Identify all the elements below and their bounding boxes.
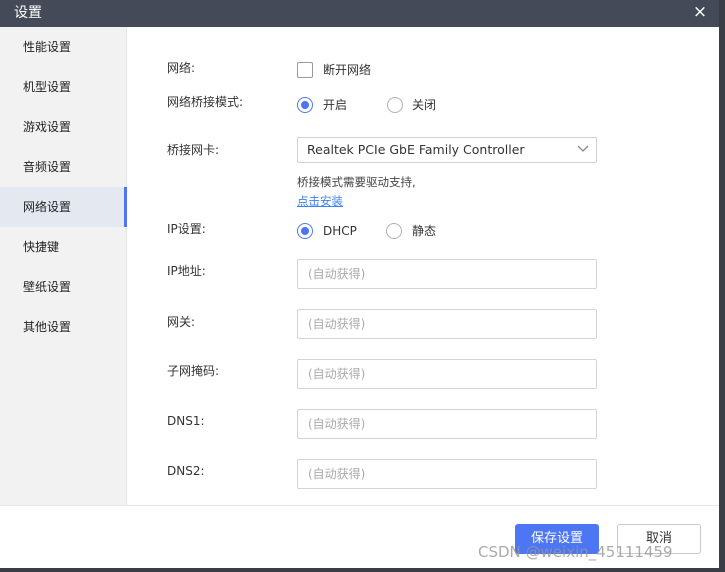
dns1-placeholder: (自动获得) <box>308 417 366 431</box>
sidebar-item-device-model[interactable]: 机型设置 <box>0 67 126 107</box>
bridge-on-label: 开启 <box>323 98 348 112</box>
window-title: 设置 <box>14 5 42 21</box>
gateway-label: 网关: <box>167 315 196 329</box>
bridge-nic-label: 桥接网卡: <box>167 143 220 157</box>
dns2-input[interactable]: (自动获得) <box>297 459 597 489</box>
network-label: 网络: <box>167 61 196 75</box>
settings-sidebar: 性能设置 机型设置 游戏设置 音频设置 网络设置 快捷键 壁纸设置 其他设置 <box>0 27 127 505</box>
ip-setting-label: IP设置: <box>167 222 206 236</box>
ip-static-label: 静态 <box>412 224 437 238</box>
sidebar-item-network[interactable]: 网络设置 <box>0 187 127 227</box>
sidebar-item-wallpaper[interactable]: 壁纸设置 <box>0 267 126 307</box>
bridge-nic-select[interactable]: Realtek PCIe GbE Family Controller <box>297 137 597 163</box>
title-bar: 设置 × <box>0 0 719 27</box>
bridge-nic-value: Realtek PCIe GbE Family Controller <box>307 142 525 157</box>
close-icon[interactable]: × <box>689 2 711 24</box>
subnet-mask-label: 子网掩码: <box>167 364 220 378</box>
network-settings-panel: 网络: 断开网络 网络桥接模式: 开启 关闭 桥接网卡: Realtek PCI… <box>127 27 719 505</box>
bridge-mode-label: 网络桥接模式: <box>167 95 244 109</box>
bridge-off-label: 关闭 <box>412 98 437 112</box>
sidebar-item-game[interactable]: 游戏设置 <box>0 107 126 147</box>
ip-dhcp-label: DHCP <box>323 224 357 238</box>
ip-static-radio[interactable] <box>386 223 402 239</box>
disconnect-network-label: 断开网络 <box>323 63 372 77</box>
dns2-placeholder: (自动获得) <box>308 467 366 481</box>
chevron-down-icon <box>577 145 589 152</box>
gateway-input[interactable]: (自动获得) <box>297 309 597 339</box>
dns1-label: DNS1: <box>167 414 205 428</box>
ip-dhcp-radio[interactable] <box>297 223 313 239</box>
subnet-mask-input[interactable]: (自动获得) <box>297 359 597 389</box>
dns2-label: DNS2: <box>167 464 205 478</box>
gateway-placeholder: (自动获得) <box>308 317 366 331</box>
driver-note: 桥接模式需要驱动支持, <box>297 175 416 189</box>
settings-window: 设置 × 性能设置 机型设置 游戏设置 音频设置 网络设置 快捷键 壁纸设置 其… <box>0 0 719 568</box>
bridge-off-radio[interactable] <box>387 97 403 113</box>
dns1-input[interactable]: (自动获得) <box>297 409 597 439</box>
sidebar-item-performance[interactable]: 性能设置 <box>0 27 126 67</box>
disconnect-network-checkbox[interactable] <box>297 62 313 78</box>
sidebar-item-shortcuts[interactable]: 快捷键 <box>0 227 126 267</box>
ip-address-placeholder: (自动获得) <box>308 267 366 281</box>
ip-address-label: IP地址: <box>167 264 206 278</box>
install-driver-link[interactable]: 点击安装 <box>297 193 343 209</box>
subnet-mask-placeholder: (自动获得) <box>308 367 366 381</box>
ip-address-input[interactable]: (自动获得) <box>297 259 597 289</box>
csdn-watermark: CSDN @weixin_45111459 <box>478 543 673 561</box>
sidebar-item-audio[interactable]: 音频设置 <box>0 147 126 187</box>
sidebar-item-other[interactable]: 其他设置 <box>0 307 126 347</box>
bridge-on-radio[interactable] <box>297 97 313 113</box>
